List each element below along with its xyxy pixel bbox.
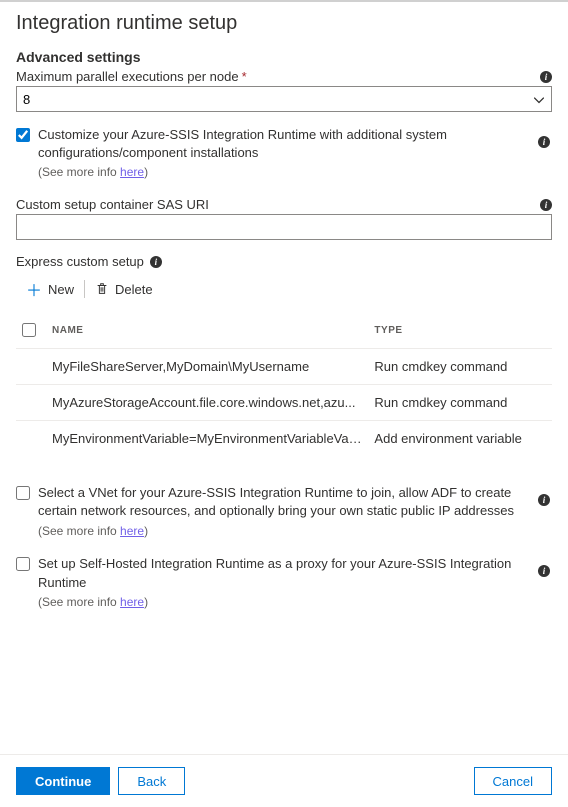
info-icon[interactable]: i (540, 71, 552, 83)
table-row[interactable]: MyEnvironmentVariable=MyEnvironmentVaria… (16, 421, 552, 457)
cell-name: MyFileShareServer,MyDomain\MyUsername (46, 349, 368, 385)
proxy-more-info: (See more info here) (38, 594, 530, 611)
customize-more-info-link[interactable]: here (120, 165, 144, 179)
back-button[interactable]: Back (118, 767, 185, 795)
plus-icon: ＋ (26, 277, 42, 301)
select-all-checkbox[interactable] (22, 323, 36, 337)
info-icon[interactable]: i (538, 136, 550, 148)
max-parallel-label: Maximum parallel executions per node* (16, 69, 247, 84)
cell-name: MyAzureStorageAccount.file.core.windows.… (46, 385, 368, 421)
proxy-label: Set up Self-Hosted Integration Runtime a… (38, 555, 530, 591)
customize-label: Customize your Azure-SSIS Integration Ru… (38, 126, 530, 162)
cell-type: Run cmdkey command (368, 385, 552, 421)
cell-name: MyEnvironmentVariable=MyEnvironmentVaria… (46, 421, 368, 457)
info-icon[interactable]: i (538, 565, 550, 577)
page-title: Integration runtime setup (16, 12, 552, 35)
col-type[interactable]: TYPE (368, 313, 552, 349)
cell-type: Add environment variable (368, 421, 552, 457)
customize-checkbox[interactable] (16, 128, 30, 142)
col-name[interactable]: NAME (46, 313, 368, 349)
cancel-button[interactable]: Cancel (474, 767, 552, 795)
new-button[interactable]: ＋ New (16, 273, 84, 305)
cell-type: Run cmdkey command (368, 349, 552, 385)
vnet-checkbox[interactable] (16, 486, 30, 500)
footer: Continue Back Cancel (0, 754, 568, 807)
vnet-label: Select a VNet for your Azure-SSIS Integr… (38, 484, 530, 520)
vnet-more-info-link[interactable]: here (120, 524, 144, 538)
proxy-more-info-link[interactable]: here (120, 595, 144, 609)
express-setup-table: NAME TYPE MyFileShareServer,MyDomain\MyU… (16, 313, 552, 456)
max-parallel-select[interactable]: 8 (16, 86, 552, 112)
table-row[interactable]: MyAzureStorageAccount.file.core.windows.… (16, 385, 552, 421)
vnet-more-info: (See more info here) (38, 523, 530, 540)
section-heading: Advanced settings (16, 49, 552, 65)
table-row[interactable]: MyFileShareServer,MyDomain\MyUsername Ru… (16, 349, 552, 385)
delete-button[interactable]: Delete (85, 278, 163, 301)
sas-uri-input[interactable] (16, 214, 552, 240)
trash-icon (95, 282, 109, 296)
info-icon[interactable]: i (538, 494, 550, 506)
express-setup-label: Express custom setup (16, 254, 144, 269)
info-icon[interactable]: i (150, 256, 162, 268)
proxy-checkbox[interactable] (16, 557, 30, 571)
info-icon[interactable]: i (540, 199, 552, 211)
sas-uri-label: Custom setup container SAS URI (16, 197, 209, 212)
customize-more-info: (See more info here) (38, 164, 530, 181)
continue-button[interactable]: Continue (16, 767, 110, 795)
